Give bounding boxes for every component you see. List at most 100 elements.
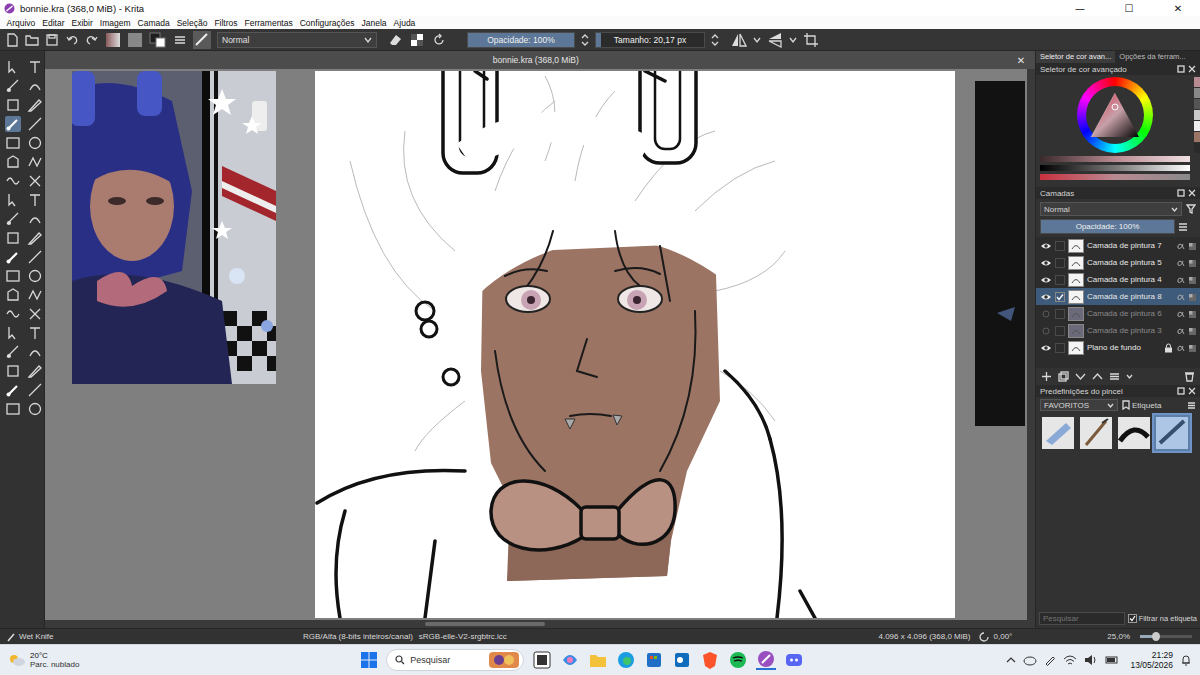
tool-icon[interactable] [27, 230, 43, 246]
menu-item[interactable]: Imagem [96, 18, 134, 28]
size-slider[interactable]: Tamanho: 20,17 px [595, 32, 705, 48]
close-icon[interactable] [1188, 189, 1196, 197]
color-hue-strip[interactable] [1040, 174, 1190, 180]
alpha-lock-icon[interactable] [409, 32, 425, 48]
menu-item[interactable]: Ferramentas [241, 18, 296, 28]
delete-layer-icon[interactable] [1184, 371, 1195, 382]
menu-item[interactable]: Filtros [211, 18, 241, 28]
drawing-canvas[interactable] [315, 71, 955, 618]
eraser-icon[interactable] [387, 32, 403, 48]
brush-preset-tile[interactable] [1040, 415, 1076, 451]
tool-icon[interactable] [5, 401, 21, 417]
preset-tag-dropdown[interactable]: FAVORITOS [1040, 399, 1118, 411]
redo-icon[interactable] [85, 33, 99, 47]
lock-icon[interactable] [1164, 275, 1173, 285]
tool-icon[interactable] [27, 325, 43, 341]
layer-row[interactable]: Camada de pintura 8 [1036, 288, 1200, 305]
tool-icon[interactable] [27, 363, 43, 379]
windows-start-icon[interactable] [360, 651, 378, 669]
alpha-icon[interactable] [1176, 258, 1185, 268]
tool-icon[interactable] [5, 135, 21, 151]
tag-button[interactable]: Etiqueta [1122, 400, 1161, 410]
pattern-swatch-icon[interactable] [127, 32, 143, 48]
alpha-icon[interactable] [1176, 343, 1185, 353]
eye-icon[interactable] [1040, 275, 1052, 285]
dropdown-arrow-icon[interactable] [789, 36, 797, 44]
vertical-scrollbar[interactable] [1027, 69, 1035, 620]
new-file-icon[interactable] [5, 33, 19, 47]
layer-row[interactable]: Camada de pintura 6 [1036, 305, 1200, 322]
layer-properties-icon[interactable] [1109, 371, 1120, 382]
tool-icon[interactable] [5, 192, 21, 208]
menu-item[interactable]: Camada [134, 18, 173, 28]
alpha-icon[interactable] [1176, 275, 1185, 285]
menu-item[interactable]: Ajuda [390, 18, 419, 28]
color-swatch[interactable] [1194, 132, 1200, 142]
docker-tab[interactable]: Opções da ferram... [1115, 51, 1189, 63]
store-icon[interactable] [644, 650, 664, 670]
select-check-icon[interactable] [1055, 326, 1065, 336]
tool-icon[interactable] [27, 135, 43, 151]
tool-icon[interactable] [5, 173, 21, 189]
tool-icon[interactable] [5, 344, 21, 360]
undo-icon[interactable] [65, 33, 79, 47]
opacity-slider[interactable]: Opacidade: 100% [467, 32, 575, 48]
scrollbar-thumb[interactable] [425, 622, 545, 626]
eye-icon[interactable] [1040, 343, 1052, 353]
preset-search-field[interactable] [1039, 612, 1125, 625]
hidden-eye-icon[interactable] [1040, 309, 1052, 319]
layer-name[interactable]: Camada de pintura 7 [1087, 241, 1161, 250]
brush-preset-tile[interactable] [1116, 415, 1152, 451]
tool-icon[interactable] [5, 59, 21, 75]
brush-preset-icon[interactable] [193, 31, 211, 49]
brave-icon[interactable] [700, 650, 720, 670]
duplicate-layer-icon[interactable] [1058, 371, 1069, 382]
menu-item[interactable]: Configurações [296, 18, 358, 28]
spin-arrow-icon[interactable] [581, 33, 589, 47]
menu-icon[interactable] [1178, 222, 1188, 232]
select-check-icon[interactable] [1055, 241, 1065, 251]
close-icon[interactable] [1188, 387, 1196, 395]
tool-icon[interactable] [27, 401, 43, 417]
horizontal-scrollbar[interactable] [45, 620, 1035, 628]
filter-icon[interactable] [1186, 204, 1196, 214]
lock-icon[interactable] [1164, 343, 1173, 353]
tool-icon[interactable] [5, 325, 21, 341]
weather-widget[interactable]: 20°CParc. nublado [8, 651, 158, 669]
edge-icon[interactable] [616, 650, 636, 670]
tool-icon[interactable] [5, 116, 21, 132]
layer-opacity-slider[interactable]: Opacidade: 100% [1040, 219, 1175, 234]
file-explorer-icon[interactable] [588, 650, 608, 670]
layer-name[interactable]: Camada de pintura 5 [1087, 258, 1161, 267]
copilot-icon[interactable] [560, 650, 580, 670]
tool-icon[interactable] [5, 306, 21, 322]
gradient-swatch-icon[interactable] [105, 32, 121, 48]
tool-icon[interactable] [5, 249, 21, 265]
document-close-button[interactable]: ✕ [1017, 55, 1025, 66]
open-folder-icon[interactable] [25, 33, 39, 47]
dropdown-arrow-icon[interactable] [753, 36, 761, 44]
spotify-icon[interactable] [728, 650, 748, 670]
tool-icon[interactable] [5, 97, 21, 113]
filter-checkbox[interactable] [1128, 614, 1137, 623]
tool-icon[interactable] [27, 268, 43, 284]
discord-icon[interactable] [784, 650, 804, 670]
filter-checkbox-row[interactable]: Filtrar na etiqueta [1128, 614, 1197, 623]
tool-icon[interactable] [5, 382, 21, 398]
blend-mode-dropdown[interactable]: Normal [217, 32, 377, 48]
lock-icon[interactable] [1164, 292, 1173, 302]
tool-icon[interactable] [27, 306, 43, 322]
brush-preset-tile[interactable] [1078, 415, 1114, 451]
menu-item[interactable]: Exibir [68, 18, 96, 28]
layer-name[interactable]: Camada de pintura 6 [1087, 309, 1161, 318]
select-check-icon[interactable] [1055, 275, 1065, 285]
outlook-icon[interactable] [672, 650, 692, 670]
brush-preset-tile[interactable] [1154, 415, 1190, 451]
layer-row[interactable]: Camada de pintura 3 [1036, 322, 1200, 339]
speaker-icon[interactable] [1084, 654, 1098, 666]
krita-icon[interactable] [756, 650, 776, 670]
lock-icon[interactable] [1164, 258, 1173, 268]
inherit-alpha-icon[interactable] [1188, 258, 1197, 268]
layer-row[interactable]: Camada de pintura 7 [1036, 237, 1200, 254]
clock[interactable]: 21:2913/05/2026 [1130, 650, 1173, 670]
